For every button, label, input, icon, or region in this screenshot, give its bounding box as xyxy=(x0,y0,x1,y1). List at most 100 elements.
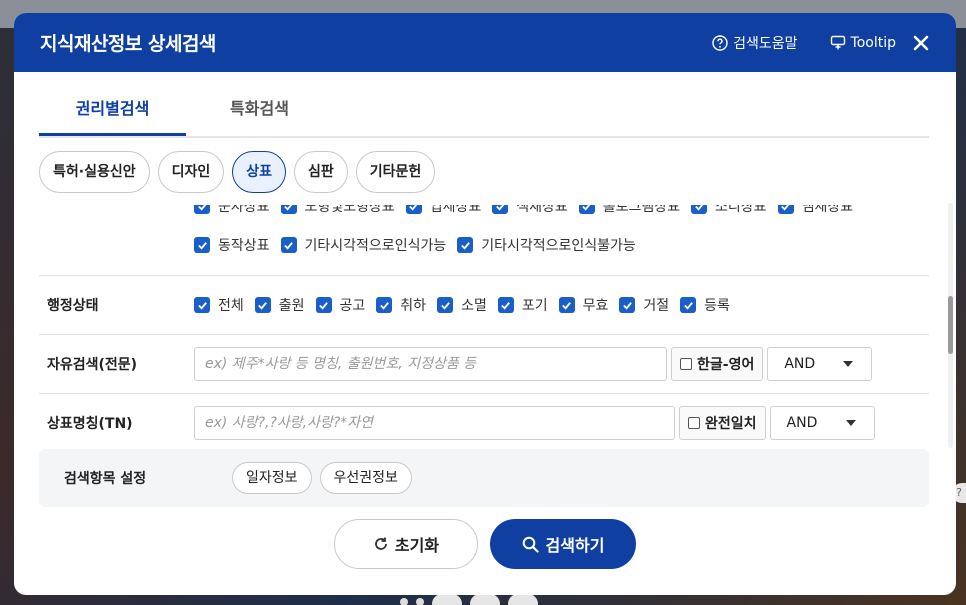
checkbox-checked-icon xyxy=(578,205,595,214)
free-search-label: 자유검색(전문) xyxy=(47,357,138,373)
status-checkbox-filed[interactable]: 출원 xyxy=(254,295,305,315)
checkbox-checked-icon xyxy=(680,297,697,313)
trademark-type-checkbox[interactable]: 냄새상표 xyxy=(777,205,854,216)
free-search-input[interactable]: ex) 제주*사랑 등 명칭, 출원번호, 지정상품 등 xyxy=(194,347,667,381)
korean-english-toggle[interactable]: 한글-영어 xyxy=(671,347,764,381)
checkbox-label: 동작상표 xyxy=(218,238,270,254)
search-button[interactable]: 검색하기 xyxy=(490,519,636,569)
search-item-settings: 검색항목 설정 일자정보 우선권정보 xyxy=(39,449,929,507)
checkbox-label: 도형및도형상표 xyxy=(304,205,395,215)
chip-design[interactable]: 디자인 xyxy=(157,151,225,193)
chip-trial[interactable]: 심판 xyxy=(294,151,348,193)
scrollbar-thumb[interactable] xyxy=(948,296,953,354)
chevron-down-icon xyxy=(843,361,854,367)
status-checkbox-all[interactable]: 전체 xyxy=(194,295,244,315)
carousel-dot xyxy=(400,598,408,605)
carousel-prev-button xyxy=(470,594,500,605)
checkbox-checked-icon xyxy=(376,297,393,313)
checkbox-checked-icon xyxy=(280,205,297,214)
carousel-dot xyxy=(416,598,424,605)
checkbox-label: 소리상표 xyxy=(715,205,767,215)
close-icon[interactable] xyxy=(912,34,930,52)
toggle-label: 완전일치 xyxy=(705,416,757,432)
tooltip-icon xyxy=(830,35,845,49)
modal-actions: 초기화 검색하기 xyxy=(334,519,636,569)
checkbox-checked-icon xyxy=(558,297,575,313)
modal-title: 지식재산정보 상세검색 xyxy=(40,33,216,55)
tooltip-label: Tooltip xyxy=(850,34,896,51)
operator-value: AND xyxy=(786,415,818,431)
checkbox-label: 색채상표 xyxy=(516,205,568,215)
trademark-type-row: 동작상표 기타시각적으로인식가능 기타시각적으로인식불가능 xyxy=(194,235,647,255)
search-label: 검색하기 xyxy=(545,536,605,555)
modal-header: 지식재산정보 상세검색 검색도움말 Tooltip xyxy=(14,13,956,72)
reset-label: 초기화 xyxy=(394,536,440,555)
tab-special-search[interactable]: 특화검색 xyxy=(186,88,333,136)
chip-patent[interactable]: 특허·실용신안 xyxy=(39,151,150,193)
settings-label: 검색항목 설정 xyxy=(64,471,147,487)
pill-date-info[interactable]: 일자정보 xyxy=(232,462,312,494)
admin-status-options: 전체 출원 공고 취하 소멸 포기 무효 거절 등록 xyxy=(194,295,741,315)
checkbox-checked-icon xyxy=(437,297,454,313)
search-help-link[interactable]: 검색도움말 xyxy=(712,33,798,53)
status-checkbox-invalid[interactable]: 무효 xyxy=(558,295,608,315)
advanced-search-modal: 지식재산정보 상세검색 검색도움말 Tooltip 권리별검색 특화검색 특허·… xyxy=(14,13,956,595)
checkbox-other-nonvisual[interactable]: 기타시각적으로인식불가능 xyxy=(457,235,636,255)
checkbox-label: 기타시각적으로인식불가능 xyxy=(481,238,636,254)
refresh-icon xyxy=(375,537,387,550)
checkbox-label: 냄새상표 xyxy=(801,205,854,215)
trademark-name-operator-select[interactable]: AND xyxy=(769,406,875,440)
trademark-type-checkbox[interactable]: 색채상표 xyxy=(492,205,568,216)
free-search-row: 자유검색(전문) ex) 제주*사랑 등 명칭, 출원번호, 지정상품 등 한글… xyxy=(39,334,929,393)
trademark-type-checkbox[interactable]: 소리상표 xyxy=(691,205,767,216)
checkbox-label: 취하 xyxy=(400,298,427,314)
chevron-down-icon xyxy=(845,420,856,426)
status-checkbox-registered[interactable]: 등록 xyxy=(680,295,730,315)
checkbox-label: 입체상표 xyxy=(429,205,482,215)
trademark-name-label: 상표명칭(TN) xyxy=(47,416,133,432)
admin-status-row: 행정상태 전체 출원 공고 취하 소멸 포기 무효 거절 등록 xyxy=(39,275,929,334)
checkbox-label: 등록 xyxy=(704,298,730,314)
status-checkbox-rejected[interactable]: 거절 xyxy=(619,295,669,315)
chip-trademark[interactable]: 상표 xyxy=(232,151,287,193)
question-circle-icon xyxy=(712,34,728,51)
checkbox-label: 거절 xyxy=(643,298,670,314)
exact-match-toggle[interactable]: 완전일치 xyxy=(679,406,766,440)
trademark-type-checkbox[interactable]: 홀로그램상표 xyxy=(578,205,680,216)
checkbox-checked-icon xyxy=(194,237,210,253)
tab-rights-search[interactable]: 권리별검색 xyxy=(39,88,186,136)
checkbox-label: 출원 xyxy=(278,298,305,314)
checkbox-label: 소멸 xyxy=(461,298,487,314)
status-checkbox-withdrawn[interactable]: 취하 xyxy=(376,295,426,315)
checkbox-checked-icon xyxy=(280,237,297,253)
checkbox-other-visual[interactable]: 기타시각적으로인식가능 xyxy=(280,235,446,255)
checkbox-checked-icon xyxy=(194,297,210,313)
status-checkbox-abandoned[interactable]: 포기 xyxy=(497,295,548,315)
trademark-type-row-cut: 문자상표 도형및도형상표 입체상표 색채상표 홀로그램상표 소리상표 냄새상표 xyxy=(194,205,864,219)
trademark-name-row: 상표명칭(TN) ex) 사랑?,?사랑,사랑?*자연 완전일치 AND xyxy=(39,393,929,452)
status-checkbox-extinct[interactable]: 소멸 xyxy=(437,295,487,315)
search-icon xyxy=(522,536,539,553)
trademark-type-checkbox[interactable]: 문자상표 xyxy=(194,205,270,216)
carousel-next-button xyxy=(508,594,538,605)
status-checkbox-published[interactable]: 공고 xyxy=(315,295,366,315)
unchecked-box-icon xyxy=(680,358,692,370)
checkbox-checked-icon xyxy=(457,237,474,253)
trademark-name-input[interactable]: ex) 사랑?,?사랑,사랑?*자연 xyxy=(194,406,675,440)
reset-button[interactable]: 초기화 xyxy=(334,519,478,569)
free-search-operator-select[interactable]: AND xyxy=(767,347,873,381)
search-tabs: 권리별검색 특화검색 xyxy=(39,88,929,138)
trademark-type-checkbox[interactable]: 입체상표 xyxy=(405,205,482,216)
checkbox-checked-icon xyxy=(254,297,271,313)
right-type-chips: 특허·실용신안 디자인 상표 심판 기타문헌 xyxy=(39,151,436,193)
checkbox-label: 공고 xyxy=(339,298,366,314)
chip-other-docs[interactable]: 기타문헌 xyxy=(355,151,436,193)
checkbox-motion-mark[interactable]: 동작상표 xyxy=(194,235,270,255)
operator-value: AND xyxy=(784,356,816,372)
search-help-label: 검색도움말 xyxy=(733,35,798,52)
pill-priority-info[interactable]: 우선권정보 xyxy=(319,462,412,494)
checkbox-checked-icon xyxy=(691,205,708,214)
toggle-label: 한글-영어 xyxy=(697,357,755,373)
trademark-type-checkbox[interactable]: 도형및도형상표 xyxy=(280,205,395,216)
tooltip-toggle[interactable]: Tooltip xyxy=(830,35,896,51)
